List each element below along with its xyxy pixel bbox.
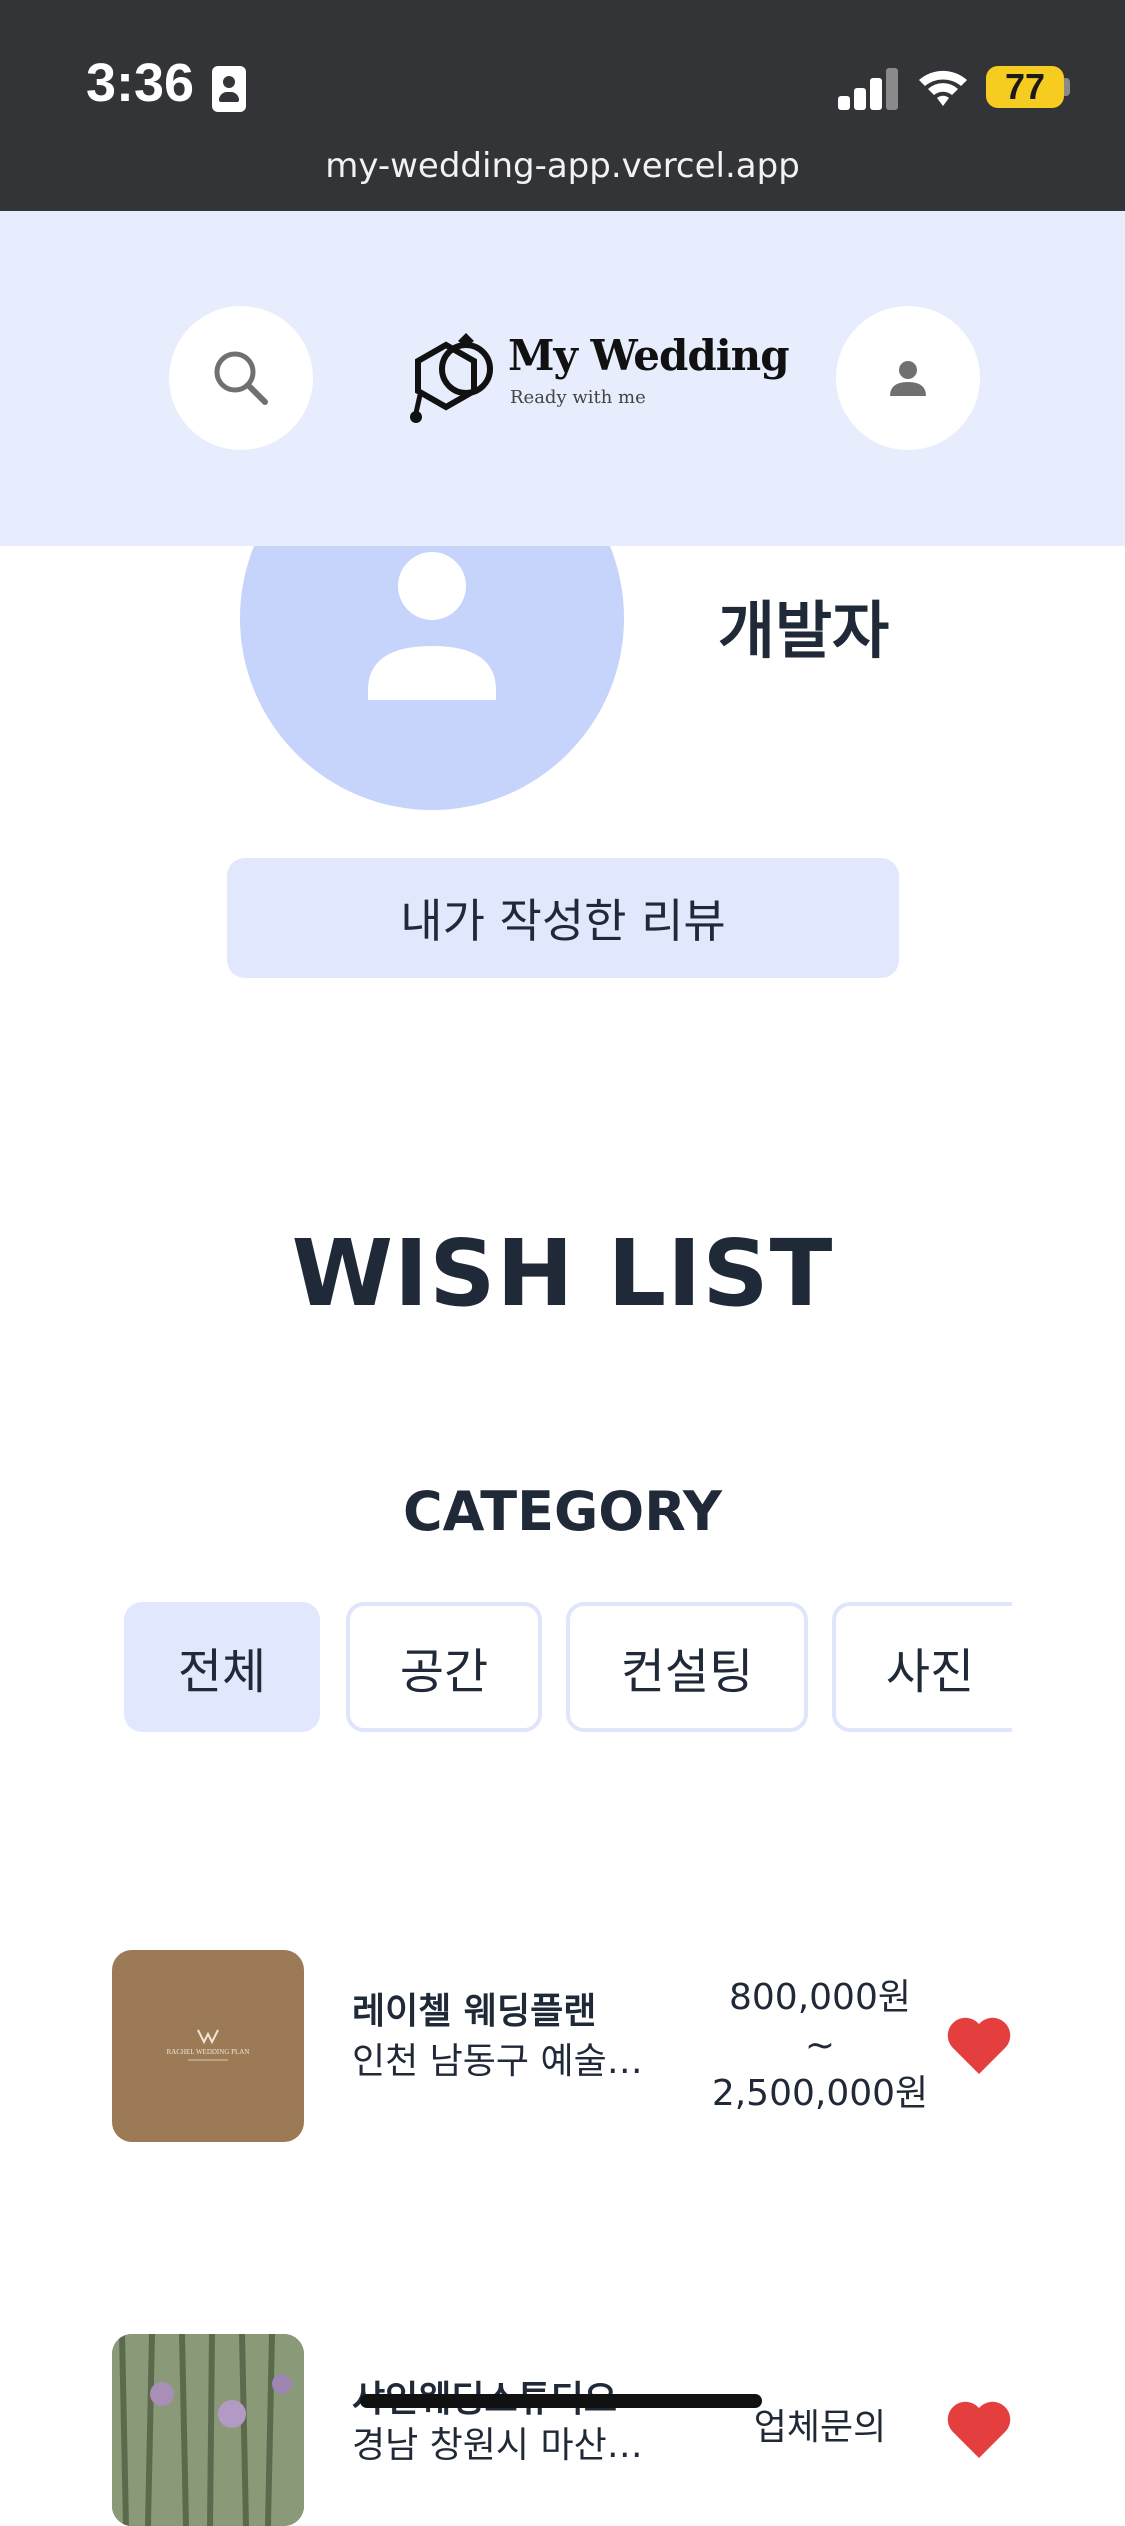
category-title: CATEGORY	[403, 1480, 722, 1543]
vendor-location: 인천 남동구 예술…	[352, 2041, 643, 2082]
category-chip-list[interactable]: 전체 공간 컨설팅 사진	[124, 1602, 1012, 1736]
search-button[interactable]	[169, 306, 313, 450]
app-logo[interactable]: My Wedding Ready with me	[400, 321, 790, 431]
status-time: 3:36	[86, 53, 195, 113]
wifi-icon	[919, 70, 967, 106]
vendor-location: 경남 창원시 마산…	[352, 2425, 643, 2466]
category-chip-photo[interactable]: 사진	[832, 1602, 1012, 1732]
vendor-logo-icon: RACHEL WEDDING PLAN	[167, 2029, 250, 2061]
price-min: 800,000원	[729, 1977, 911, 2018]
vendor-thumbnail[interactable]: RACHEL WEDDING PLAN	[112, 1950, 304, 2142]
vendor-price: 800,000원 ~ 2,500,000원	[700, 1974, 940, 2118]
price-inquiry: 업체문의	[753, 2407, 887, 2448]
heart-icon[interactable]	[946, 2016, 1012, 2076]
vendor-name[interactable]: 레이첼 웨딩플랜	[352, 1982, 596, 2034]
profile-name: 개발자	[718, 594, 890, 667]
search-icon	[214, 351, 268, 405]
my-reviews-button[interactable]: 내가 작성한 리뷰	[227, 858, 899, 978]
category-chip-space[interactable]: 공간	[346, 1602, 542, 1732]
category-chip-all[interactable]: 전체	[124, 1602, 320, 1732]
battery-level: 77	[986, 66, 1064, 108]
app-header: My Wedding Ready with me	[0, 211, 1125, 546]
category-chip-consulting[interactable]: 컨설팅	[566, 1602, 808, 1732]
contact-card-icon	[212, 66, 246, 112]
cellular-signal-icon	[838, 66, 900, 110]
vendor-thumbnail[interactable]	[112, 2334, 304, 2526]
logo-title: My Wedding	[508, 331, 790, 380]
heart-icon[interactable]	[946, 2400, 1012, 2460]
battery-tip	[1064, 78, 1070, 96]
rings-logo-icon	[410, 333, 493, 423]
price-separator: ~	[804, 2025, 836, 2066]
profile-button[interactable]	[836, 306, 980, 450]
logo-subtitle: Ready with me	[510, 387, 646, 408]
thumb-brand-text: RACHEL WEDDING PLAN	[167, 2048, 250, 2056]
browser-url[interactable]: my-wedding-app.vercel.app	[0, 146, 1125, 186]
home-indicator[interactable]	[360, 2394, 762, 2408]
price-max: 2,500,000원	[711, 2073, 929, 2114]
status-bar: 3:36 77 my-wedding-app.vercel.app	[0, 0, 1125, 211]
user-icon	[890, 361, 926, 396]
wishlist-title: WISH LIST	[291, 1220, 834, 1327]
photo-thumbnail-image	[112, 2334, 304, 2526]
vendor-price: 업체문의	[700, 2404, 940, 2452]
